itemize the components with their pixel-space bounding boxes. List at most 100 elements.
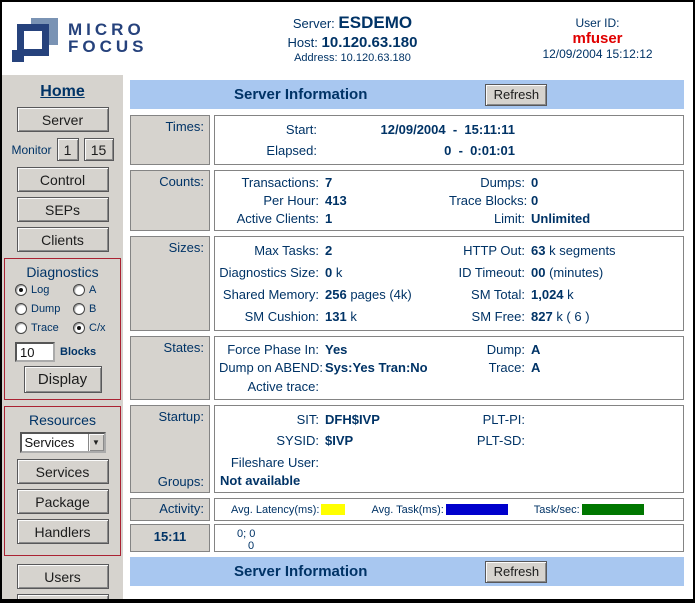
server-button[interactable]: Server	[17, 107, 109, 132]
avg-task-legend: Avg. Task(ms):	[371, 504, 507, 516]
latency-color-swatch	[321, 504, 345, 515]
clients-button[interactable]: Clients	[17, 227, 109, 252]
server-information-header: Server Information Refresh	[130, 80, 684, 109]
refresh-button-bottom[interactable]: Refresh	[485, 561, 547, 583]
diagnostics-radio-group: Log A Dump B	[7, 284, 118, 334]
http-out-label: HTTP Out:	[449, 243, 525, 258]
avg-latency-label: Avg. Latency(ms):	[231, 504, 319, 516]
active-clients-label: Active Clients:	[219, 211, 319, 226]
main-content: Server Information Refresh Times: Start:…	[123, 75, 693, 599]
http-out-value: 63 k segments	[531, 243, 679, 258]
sit-label: SIT:	[219, 412, 319, 427]
resources-panel: Resources Services ▼ Services Package Ha…	[4, 406, 121, 556]
task-sec-label: Task/sec:	[534, 504, 580, 516]
display-button[interactable]: Display	[24, 366, 102, 393]
activity-values: 0; 0 0	[214, 524, 684, 552]
sm-total-value: 1,024 k	[531, 287, 679, 302]
activity-time: 15:11	[130, 524, 210, 552]
times-label: Times:	[130, 115, 210, 165]
b-radio[interactable]	[73, 303, 85, 315]
diagnostics-size-label: Diagnostics Size:	[219, 265, 319, 280]
micro-focus-logo: MICRO FOCUS	[2, 16, 197, 62]
dumps-value: 0	[531, 175, 679, 190]
users-button[interactable]: Users	[17, 564, 109, 589]
sizes-label: Sizes:	[130, 236, 210, 331]
radio-option-a[interactable]: A	[73, 284, 117, 296]
blocks-input[interactable]	[15, 342, 55, 362]
start-label: Start:	[219, 122, 317, 137]
dumps-label: Dumps:	[449, 175, 525, 190]
sit-value: DFH$IVP	[325, 412, 443, 427]
footer-title: Server Information	[234, 563, 367, 580]
activity-label: Activity:	[130, 498, 210, 521]
radio-option-dump[interactable]: Dump	[15, 303, 73, 315]
micro-focus-logo-icon	[12, 16, 60, 62]
handlers-button[interactable]: Handlers	[17, 519, 109, 544]
user-id-value: mfuser	[508, 30, 687, 47]
startup-row: Startup: Groups: SIT: DFH$IVP PLT-PI: SY…	[130, 405, 684, 493]
task-sec-legend: Task/sec:	[534, 504, 644, 516]
dump-radio[interactable]	[15, 303, 27, 315]
times-row: Times: Start: 12/09/2004 - 15:11:11 Elap…	[130, 115, 684, 165]
times-content: Start: 12/09/2004 - 15:11:11 Elapsed: 0 …	[214, 115, 684, 165]
activity-time-row: 15:11 0; 0 0	[130, 524, 684, 552]
fileshare-user-value	[325, 455, 443, 470]
seps-button[interactable]: SEPs	[17, 197, 109, 222]
activity-legend: Avg. Latency(ms): Avg. Task(ms): Task/se…	[214, 498, 684, 521]
package-button[interactable]: Package	[17, 489, 109, 514]
states-label: States:	[130, 336, 210, 400]
max-tasks-value: 2	[325, 243, 443, 258]
startup-content: SIT: DFH$IVP PLT-PI: SYSID: $IVP PLT-SD:…	[214, 405, 684, 493]
a-radio[interactable]	[73, 284, 85, 296]
trace-radio[interactable]	[15, 322, 27, 334]
host-label: Host:	[288, 35, 318, 50]
cx-radio[interactable]	[73, 322, 85, 334]
control-button[interactable]: Control	[17, 167, 109, 192]
sm-free-label: SM Free:	[449, 309, 525, 324]
dropdown-arrow-icon[interactable]: ▼	[88, 434, 104, 451]
server-name-line: Server: ESDEMO	[197, 13, 508, 33]
radio-option-b[interactable]: B	[73, 303, 117, 315]
counts-content: Transactions: 7 Dumps: 0 Per Hour: 413 T…	[214, 170, 684, 231]
radio-option-trace[interactable]: Trace	[15, 322, 73, 334]
login-timestamp: 12/09/2004 15:12:12	[508, 47, 687, 61]
sm-total-label: SM Total:	[449, 287, 525, 302]
refresh-button-top[interactable]: Refresh	[485, 84, 547, 106]
diagnostics-size-value: 0 k	[325, 265, 443, 280]
resources-dropdown[interactable]: Services ▼	[20, 432, 106, 453]
a-radio-label: A	[89, 284, 96, 296]
force-phase-in-value: Yes	[325, 342, 443, 357]
services-button[interactable]: Services	[17, 459, 109, 484]
monitor-1-button[interactable]: 1	[57, 138, 79, 161]
page-header: MICRO FOCUS Server: ESDEMO Host: 10.120.…	[2, 2, 693, 75]
activity-tick-line1: 0; 0	[237, 528, 679, 540]
plt-pi-value	[531, 412, 679, 427]
dump-state-label: Dump:	[449, 342, 525, 357]
sysid-value: $IVP	[325, 433, 443, 448]
logo-word-focus: FOCUS	[68, 39, 148, 55]
host-line: Host: 10.120.63.180	[197, 34, 508, 51]
log-radio[interactable]	[15, 284, 27, 296]
max-tasks-label: Max Tasks:	[219, 243, 319, 258]
states-content: Force Phase In: Yes Dump: A Dump on ABEN…	[214, 336, 684, 400]
home-link[interactable]: Home	[2, 83, 123, 101]
transactions-label: Transactions:	[219, 175, 319, 190]
limit-label: Limit:	[449, 211, 525, 226]
activity-tick-line2: 0	[237, 540, 679, 552]
log-radio-label: Log	[31, 284, 49, 296]
trace-blocks-value: 0	[531, 193, 679, 208]
radio-option-log[interactable]: Log	[15, 284, 73, 296]
elapsed-value: 0 - 0:01:01	[323, 143, 515, 158]
groups-label: Groups:	[136, 474, 204, 489]
sizes-content: Max Tasks: 2 HTTP Out: 63 k segments Dia…	[214, 236, 684, 331]
monitor-15-button[interactable]: 15	[84, 138, 114, 161]
groups-value: Not available	[219, 473, 679, 489]
activity-row: Activity: Avg. Latency(ms): Avg. Task(ms…	[130, 498, 684, 521]
limit-value: Unlimited	[531, 211, 679, 226]
sm-free-value: 827 k ( 6 )	[531, 309, 679, 324]
radio-option-cx[interactable]: C/x	[73, 322, 117, 334]
b-radio-label: B	[89, 303, 96, 315]
dump-on-abend-value: Sys:Yes Tran:No	[325, 360, 443, 375]
envvars-button[interactable]: Env.Vars.	[17, 594, 109, 599]
server-information-footer: Server Information Refresh	[130, 557, 684, 586]
